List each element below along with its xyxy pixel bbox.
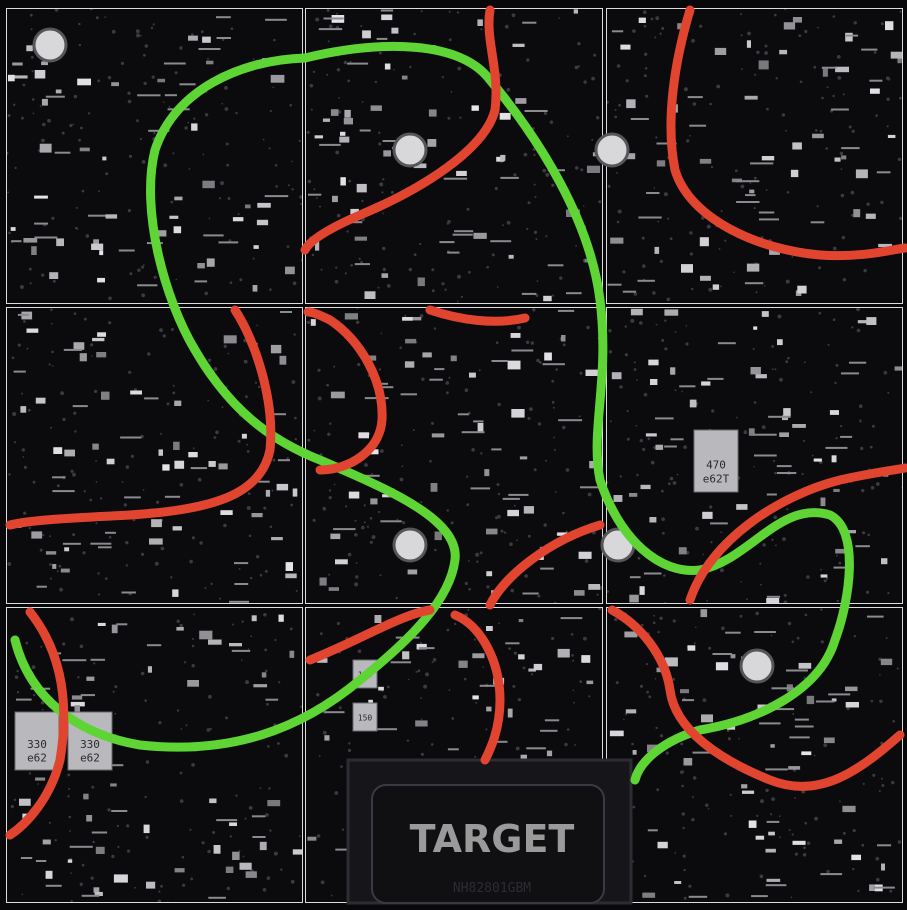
capacitor-label: 150 (358, 713, 373, 722)
puzzle-board: TARGET NH82801GBM 330 e62 330 e62 470 e62T 150 15… (0, 0, 907, 910)
capacitor-label: 470 (706, 458, 726, 471)
chip-part-number: NH82801GBM (453, 881, 531, 896)
capacitor-label: e62 (27, 751, 47, 764)
screw-mount (32, 27, 68, 63)
screw-mount (739, 648, 775, 684)
screw-mount (392, 132, 428, 168)
screw-mount (594, 132, 630, 168)
capacitor-label: 330 (27, 738, 47, 751)
target-label: TARGET (410, 817, 575, 861)
target-chip: TARGETNH82801GBM330e62330e62470e62T15015… (14, 27, 775, 905)
capacitor-label: e62 (80, 751, 100, 764)
capacitor-label: e62T (703, 473, 730, 486)
capacitor-label: 330 (80, 738, 100, 751)
capacitor-label: 150 (358, 670, 373, 679)
screw-mount (392, 527, 428, 563)
screw-mount (600, 527, 636, 563)
